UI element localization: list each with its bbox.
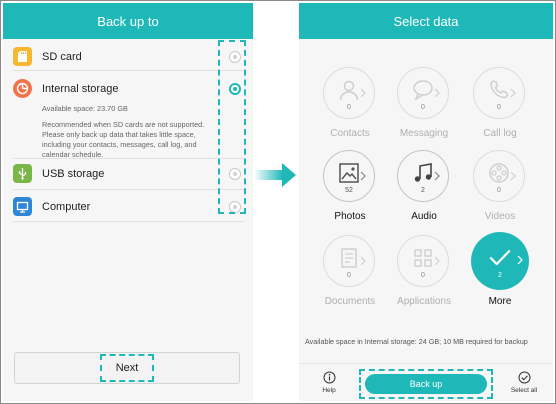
category-more[interactable]: 2 More — [465, 232, 535, 315]
usb-icon — [13, 164, 32, 183]
option-label: Computer — [42, 201, 91, 213]
radio-highlight-box — [218, 40, 246, 214]
item-count: 52 — [345, 187, 353, 194]
pie-chart-icon — [13, 79, 32, 98]
item-count: 0 — [497, 104, 501, 111]
option-usb-storage[interactable]: USB storage — [3, 163, 253, 185]
chevron-right-icon — [510, 88, 516, 98]
category-messaging[interactable]: 0 Messaging — [389, 67, 459, 147]
chevron-right-icon — [434, 171, 440, 181]
bottom-toolbar: Help Back up Select all — [299, 363, 553, 401]
option-label: USB storage — [42, 168, 105, 180]
checkmark-icon — [489, 249, 511, 266]
category-photos[interactable]: 52 Photos — [315, 150, 385, 230]
divider — [13, 189, 245, 190]
help-button[interactable]: Help — [309, 371, 349, 394]
divider — [13, 158, 245, 159]
option-internal-storage[interactable]: Internal storage Available space: 23.70 … — [3, 77, 253, 159]
music-note-icon — [414, 163, 432, 182]
document-icon — [341, 248, 357, 268]
item-count: 2 — [498, 272, 502, 279]
apps-grid-icon — [414, 249, 432, 267]
chevron-right-icon — [434, 256, 440, 266]
info-icon — [323, 371, 335, 384]
divider — [13, 221, 245, 222]
film-reel-icon — [489, 163, 509, 183]
space-requirement-text: Available space in Internal storage: 24 … — [305, 337, 528, 346]
category-documents[interactable]: 0 Documents — [315, 235, 385, 315]
sd-card-icon — [13, 47, 32, 66]
chevron-right-icon — [360, 256, 366, 266]
panel-title: Select data — [299, 3, 553, 39]
recommendation-text: Recommended when SD cards are not suppor… — [42, 120, 205, 159]
help-label: Help — [322, 387, 336, 394]
item-count: 0 — [421, 272, 425, 279]
backup-destination-panel: Back up to SD card Internal storage Avai… — [3, 3, 253, 401]
item-count: 0 — [347, 104, 351, 111]
category-applications[interactable]: 0 Applications — [389, 235, 459, 315]
chat-bubble-icon — [413, 80, 433, 101]
category-label: Call log — [483, 128, 517, 139]
computer-icon — [13, 197, 32, 216]
chevron-right-icon — [360, 171, 366, 181]
chevron-right-icon — [510, 171, 516, 181]
item-count: 0 — [497, 187, 501, 194]
category-label: More — [488, 296, 512, 307]
available-space-text: Available space: 23.70 GB — [42, 104, 128, 113]
select-all-button[interactable]: Select all — [501, 371, 547, 394]
option-label: Internal storage — [42, 83, 119, 95]
category-label: Videos — [484, 211, 516, 222]
category-audio[interactable]: 2 Audio — [389, 150, 459, 230]
item-count: 0 — [421, 104, 425, 111]
select-all-label: Select all — [510, 387, 538, 394]
backup-button[interactable]: Back up — [365, 374, 487, 394]
next-button[interactable]: Next — [100, 354, 154, 382]
arrow-right-icon — [255, 162, 297, 188]
item-count: 2 — [421, 187, 425, 194]
chevron-right-icon — [434, 88, 440, 98]
item-count: 0 — [347, 272, 351, 279]
category-videos[interactable]: 0 Videos — [465, 150, 535, 230]
chevron-right-icon — [517, 255, 523, 265]
option-label: SD card — [42, 51, 82, 63]
select-data-panel: Select data 0 Contacts 0 Messaging 0 Cal… — [299, 3, 553, 401]
check-circle-icon — [518, 371, 530, 384]
option-sd-card[interactable]: SD card — [3, 46, 253, 68]
chevron-right-icon — [360, 88, 366, 98]
divider — [13, 70, 245, 71]
category-contacts[interactable]: 0 Contacts — [315, 67, 385, 147]
option-computer[interactable]: Computer — [3, 196, 253, 218]
person-icon — [339, 80, 359, 101]
category-call-log[interactable]: 0 Call log — [465, 67, 535, 147]
phone-icon — [490, 80, 509, 99]
picture-icon — [339, 163, 359, 183]
panel-title: Back up to — [3, 3, 253, 39]
